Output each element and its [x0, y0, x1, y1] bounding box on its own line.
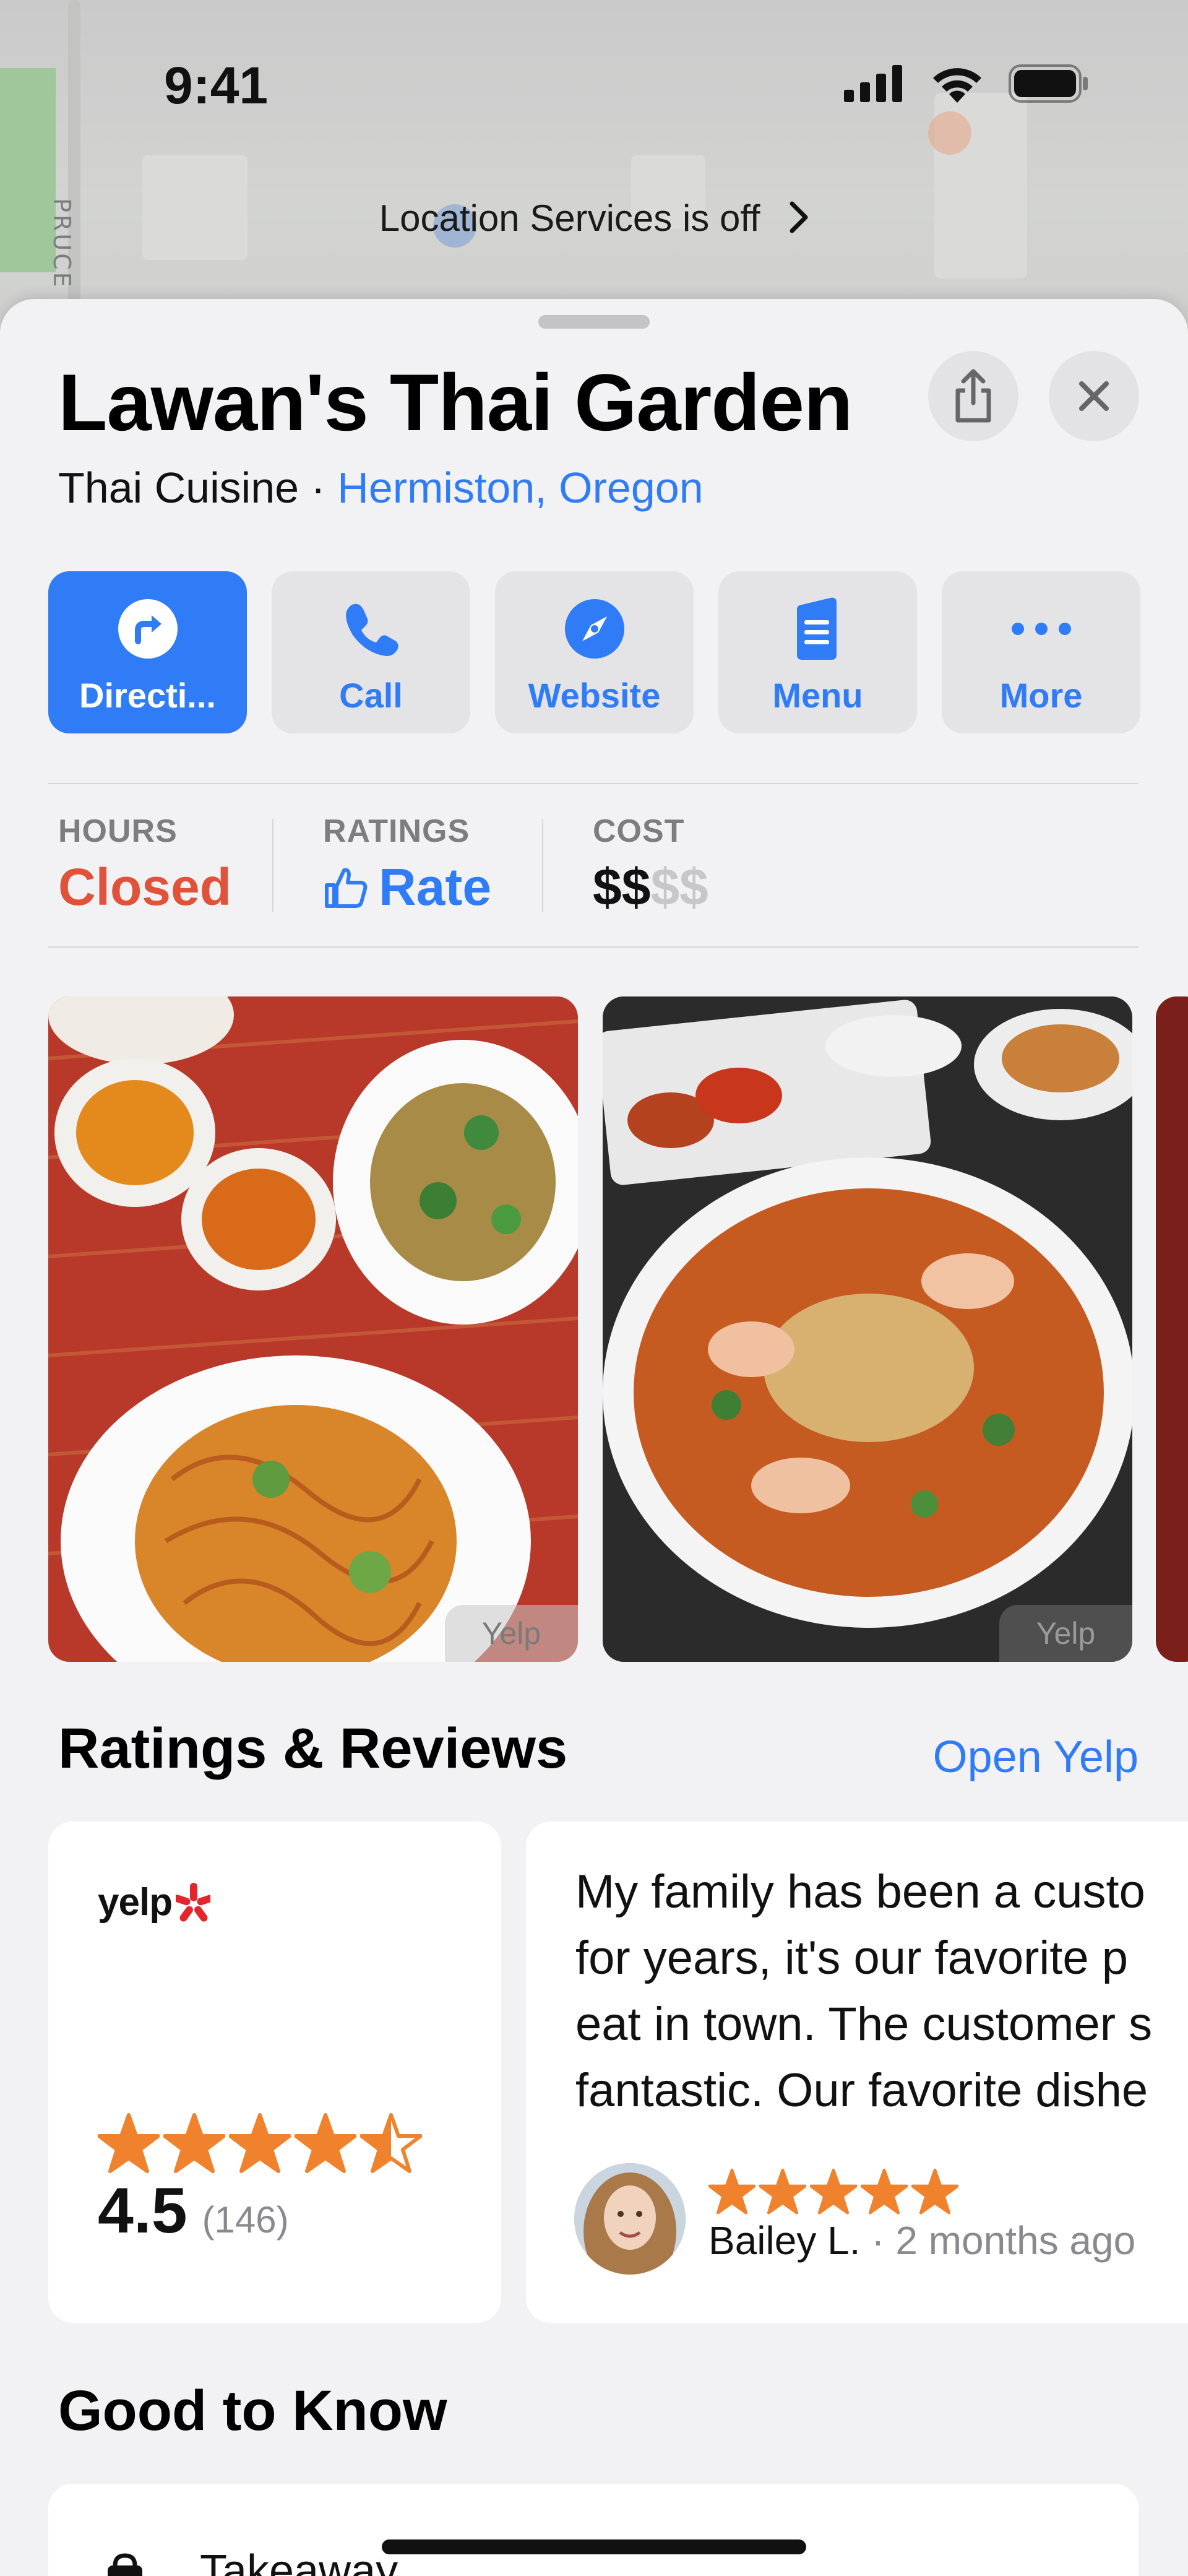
thumbs-up-icon [325, 868, 368, 908]
status-icons [844, 64, 1089, 103]
location-services-text: Location Services is off [379, 197, 760, 239]
star-icon [295, 2113, 356, 2173]
share-button[interactable] [928, 351, 1018, 441]
more-button[interactable]: More [942, 571, 1140, 733]
cost-value: $$$$ [593, 857, 708, 917]
place-category: Thai Cuisine [58, 464, 299, 512]
hours-caption: HOURS [58, 813, 178, 849]
review-count: (146) [202, 2199, 289, 2241]
directions-button[interactable]: Directi... [48, 571, 247, 733]
cost-section: COST $$$$ [593, 813, 708, 917]
divider [48, 783, 1138, 784]
call-label: Call [339, 676, 403, 715]
wifi-icon [933, 68, 981, 103]
directions-icon [118, 599, 178, 659]
food-photo-noodles [48, 996, 578, 1662]
place-sheet: Lawan's Thai Garden Thai Cuisine · Hermi… [0, 299, 1188, 2576]
reviewer-name: Bailey L. [708, 2218, 861, 2263]
yelp-burst-icon [176, 1882, 211, 1922]
sheet-grabber[interactable] [538, 315, 650, 329]
battery-icon [1009, 64, 1088, 103]
chevron-right-icon [789, 200, 809, 243]
review-line: My family has been a custo [575, 1865, 1145, 1918]
home-indicator[interactable] [382, 2539, 806, 2554]
rating-summary: 4.5 (146) [98, 2174, 289, 2248]
review-line: fantastic. Our favorite dishe [575, 2064, 1148, 2117]
cost-active: $$ [593, 858, 651, 916]
photo-source-tag: Yelp [445, 1605, 578, 1662]
info-separator [542, 819, 543, 912]
yelp-logo-text: yelp [98, 1881, 173, 1924]
location-services-banner[interactable]: Location Services is off [0, 197, 1188, 243]
cellular-signal-icon [844, 65, 902, 102]
cost-inactive: $$ [650, 858, 708, 916]
info-separator [272, 819, 273, 912]
review-text: My family has been a custo for years, it… [575, 1859, 1152, 2124]
photo-2[interactable]: Yelp [603, 996, 1132, 1662]
review-line: for years, it's our favorite p [575, 1932, 1129, 1984]
call-button[interactable]: Call [272, 571, 470, 733]
review-time: 2 months ago [895, 2218, 1136, 2263]
menu-button[interactable]: Menu [718, 571, 917, 733]
star-icon [759, 2168, 806, 2215]
more-label: More [999, 676, 1083, 715]
review-line: eat in town. The customer s [575, 1998, 1153, 2051]
yelp-rating-card[interactable]: yelp 4.5 (146) [48, 1822, 501, 2323]
subtitle-separator: · [299, 464, 338, 512]
good-to-know-title: Good to Know [58, 2379, 447, 2442]
star-icon [98, 2113, 160, 2173]
star-icon [163, 2113, 225, 2173]
rate-label: Rate [379, 858, 492, 916]
close-button[interactable] [1049, 351, 1139, 441]
photo-1[interactable]: Yelp [48, 996, 578, 1662]
menu-label: Menu [772, 676, 863, 715]
ratings-section[interactable]: RATINGS Rate [323, 813, 491, 917]
review-stars [708, 2168, 958, 2215]
yelp-logo: yelp [98, 1880, 211, 1924]
action-buttons: Directi... Call Website Menu More [48, 571, 1140, 733]
star-icon [810, 2168, 857, 2215]
ratings-reviews-title: Ratings & Reviews [58, 1717, 568, 1780]
website-label: Website [528, 676, 661, 715]
star-icon [360, 2113, 422, 2173]
map-pin [928, 111, 971, 155]
photo-source-tag: Yelp [999, 1605, 1132, 1662]
compass-icon [564, 599, 624, 659]
rate-button[interactable]: Rate [323, 857, 491, 917]
place-location-link[interactable]: Hermiston, Oregon [337, 464, 703, 512]
status-time: 9:41 [164, 56, 269, 115]
review-card[interactable]: My family has been a custo for years, it… [526, 1822, 1188, 2323]
star-icon [861, 2168, 908, 2215]
directions-label: Directi... [79, 676, 216, 715]
food-photo-soup [603, 996, 1132, 1662]
review-meta: Bailey L. · 2 months ago [708, 2218, 1136, 2263]
place-subtitle: Thai Cuisine · Hermiston, Oregon [58, 463, 704, 512]
ellipsis-icon [1011, 623, 1071, 635]
hours-status: Closed [58, 858, 232, 916]
divider [48, 946, 1138, 948]
website-button[interactable]: Website [495, 571, 694, 733]
phone-icon [345, 603, 398, 656]
photo-3-partial[interactable] [1156, 996, 1188, 1662]
map-background[interactable]: PRUCE S 9:41 Location Services is off [0, 0, 1188, 334]
hours-section[interactable]: HOURS Closed [58, 813, 231, 917]
rating-stars [98, 2112, 422, 2174]
share-icon [955, 369, 991, 423]
star-icon [708, 2168, 755, 2215]
menu-document-icon [796, 597, 837, 660]
reviewer-avatar [574, 2163, 686, 2275]
ratings-caption: RATINGS [323, 813, 470, 849]
place-title: Lawan's Thai Garden [58, 357, 853, 447]
star-icon [911, 2168, 958, 2215]
rating-value: 4.5 [98, 2175, 187, 2247]
cost-caption: COST [593, 813, 685, 849]
star-icon [229, 2113, 291, 2173]
open-yelp-link[interactable]: Open Yelp [933, 1732, 1138, 1783]
takeaway-bag-icon [108, 2553, 142, 2576]
takeaway-label: Takeaway [200, 2546, 398, 2576]
good-to-know-card: Takeaway [48, 2484, 1138, 2576]
close-icon [1079, 381, 1109, 411]
